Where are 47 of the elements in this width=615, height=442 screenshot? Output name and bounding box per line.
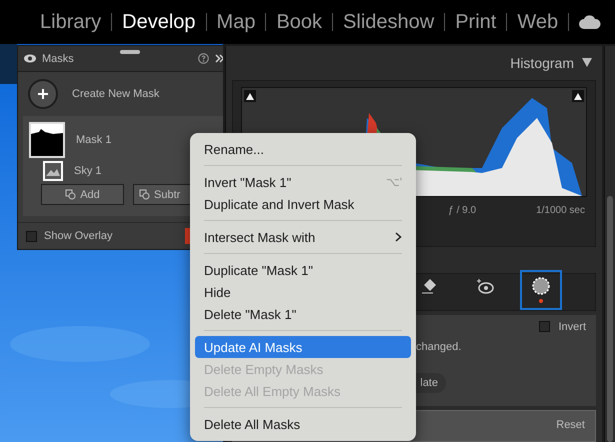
- drag-handle[interactable]: [120, 50, 140, 54]
- menu-item[interactable]: Duplicate "Mask 1": [195, 259, 411, 281]
- sky-tool[interactable]: [520, 270, 562, 310]
- eye-icon[interactable]: [24, 54, 36, 63]
- clipping-warning-icon[interactable]: [244, 90, 256, 102]
- plus-icon: [37, 88, 49, 100]
- status-message: changed.: [416, 340, 462, 353]
- shutter-value: 1/1000 sec: [536, 204, 585, 216]
- clipping-warning-icon[interactable]: [572, 90, 584, 102]
- add-mask-button[interactable]: [28, 79, 58, 109]
- module-tab[interactable]: Map: [206, 10, 266, 34]
- menu-item[interactable]: Hide: [195, 281, 411, 303]
- mask-name[interactable]: Mask 1: [76, 134, 112, 146]
- panel-title: Masks: [42, 52, 74, 64]
- histogram-title: Histogram: [510, 54, 574, 71]
- collapse-triangle-icon[interactable]: [582, 58, 592, 68]
- mask-thumbnail: [29, 122, 65, 158]
- reset-link[interactable]: Reset: [556, 419, 585, 433]
- eraser-icon: [421, 278, 437, 294]
- module-tab[interactable]: Web: [507, 10, 568, 34]
- add-button[interactable]: Add: [41, 184, 124, 205]
- module-tab[interactable]: Slideshow: [333, 10, 444, 34]
- menu-item[interactable]: Intersect Mask with: [195, 226, 411, 248]
- module-tab[interactable]: Print: [445, 10, 506, 34]
- dashed-circle-icon: [532, 276, 550, 295]
- module-tab[interactable]: Book: [266, 10, 332, 34]
- shortcut-hint: ⌥': [386, 175, 402, 189]
- invert-label: Invert: [558, 320, 586, 333]
- component-name[interactable]: Sky 1: [74, 165, 102, 177]
- scrollbar-thumb[interactable]: [607, 196, 613, 442]
- collapse-icon[interactable]: [215, 54, 223, 63]
- menu-item[interactable]: Delete "Mask 1": [195, 303, 411, 325]
- subtract-shape-icon: [139, 189, 150, 200]
- eye-plus-icon: [476, 278, 494, 294]
- overlay-label: Show Overlay: [44, 230, 112, 242]
- aperture-value: ƒ / 9.0: [448, 204, 476, 216]
- help-icon[interactable]: [198, 53, 209, 64]
- menu-item[interactable]: Delete All Masks: [195, 413, 411, 435]
- menu-item[interactable]: Update AI Masks: [195, 336, 411, 358]
- cloud-icon[interactable]: [579, 15, 602, 29]
- invert-checkbox[interactable]: [539, 321, 550, 332]
- create-mask-label[interactable]: Create New Mask: [72, 88, 160, 100]
- overlay-checkbox[interactable]: [26, 230, 37, 242]
- sky-thumbnail-icon: [43, 161, 63, 181]
- module-tab[interactable]: Develop: [112, 10, 206, 34]
- module-tab[interactable]: Library: [30, 10, 112, 34]
- add-shape-icon: [65, 189, 76, 200]
